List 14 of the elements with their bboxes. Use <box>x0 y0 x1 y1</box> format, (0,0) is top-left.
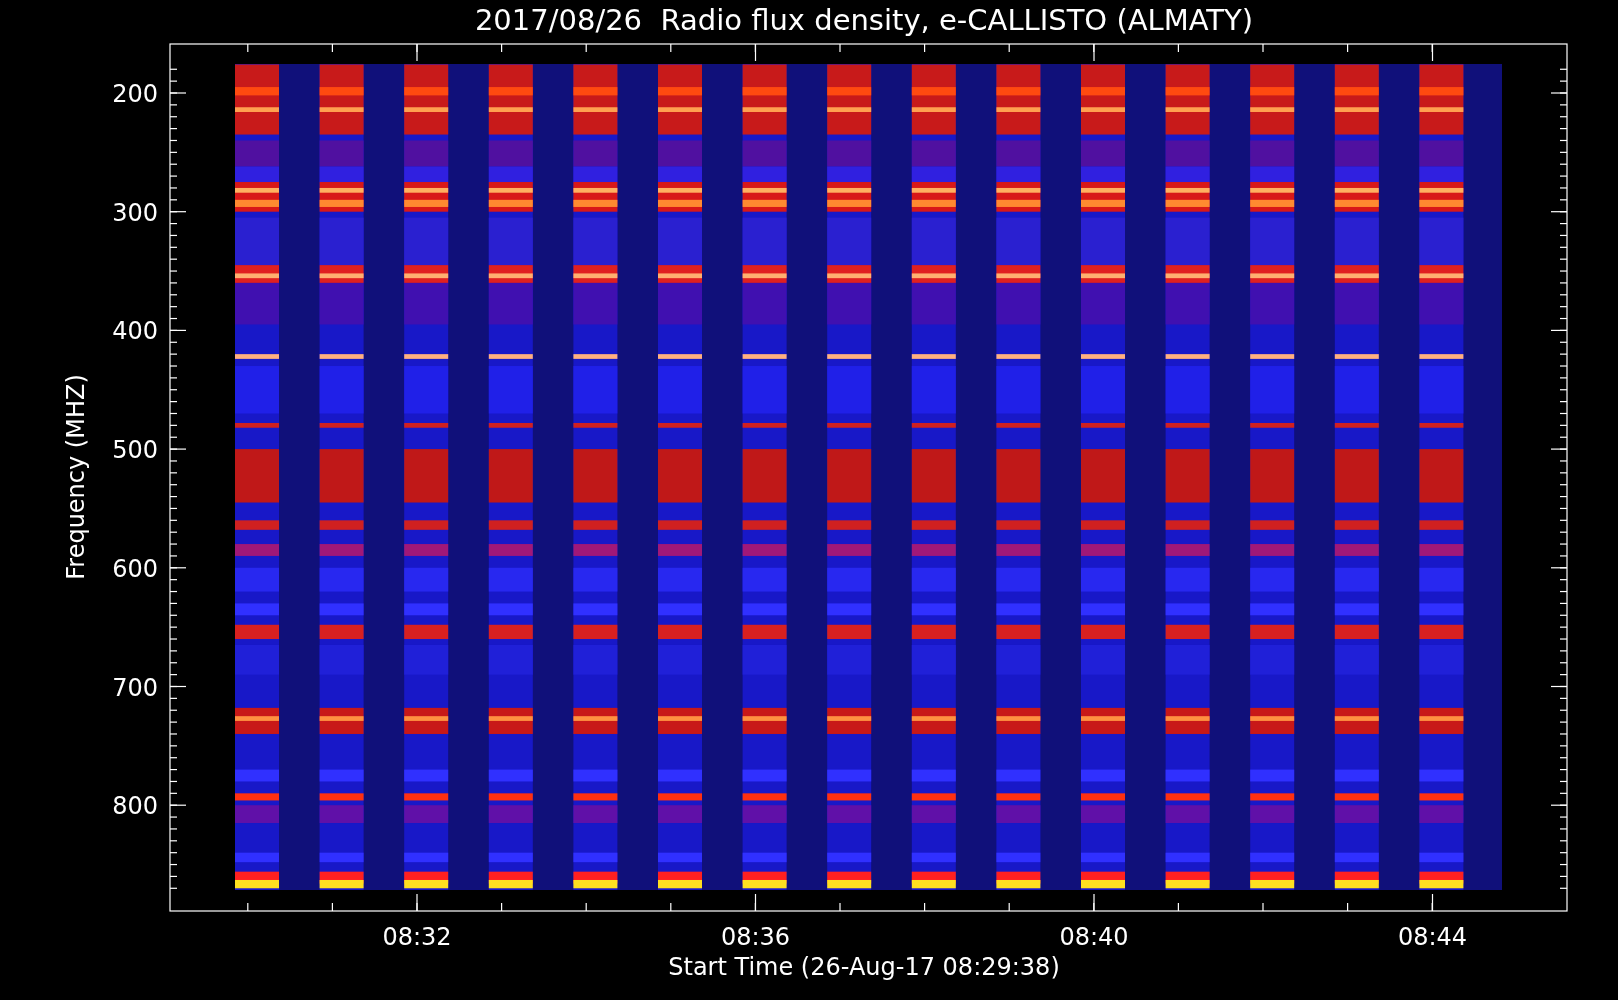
axis-tick-label: 500 <box>112 436 158 465</box>
axis-tick-label: 600 <box>112 554 158 583</box>
axis-tick-label: 08:40 <box>1059 923 1129 951</box>
axis-tick-label: 700 <box>112 673 158 702</box>
chart-title: 2017/08/26 Radio flux density, e-CALLISTO (ALMATY) <box>474 3 1254 37</box>
axis-tick-label: 08:36 <box>720 923 791 951</box>
axis-tick-label: 300 <box>112 198 158 227</box>
axis-tick-label: 400 <box>112 317 158 346</box>
axis-label: Start Time (26-Aug-17 08:29:38) <box>668 953 1060 981</box>
axis-tick-label: 200 <box>112 80 158 108</box>
axis-tick-label: 08:32 <box>382 923 452 951</box>
axis-label: Frequency (MHZ) <box>62 374 90 580</box>
axis-tick-label: 08:44 <box>1397 923 1468 951</box>
axis-tick-label: 800 <box>112 792 158 821</box>
